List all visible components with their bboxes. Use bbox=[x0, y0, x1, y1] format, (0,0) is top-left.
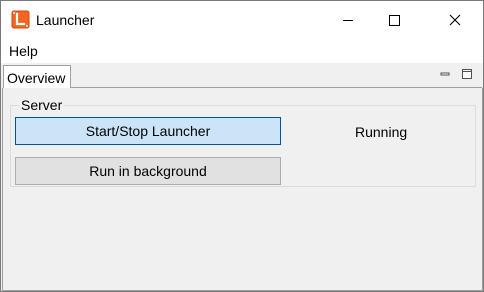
tab-overview[interactable]: Overview bbox=[3, 65, 71, 89]
tab-strip: Overview bbox=[1, 63, 483, 89]
server-group: Server Start/Stop Launcher Running Run i… bbox=[10, 97, 476, 187]
view-maximize-icon[interactable] bbox=[460, 67, 474, 81]
launcher-window: Launcher Help Overview Server Start/Stop… bbox=[0, 0, 484, 292]
start-stop-launcher-button[interactable]: Start/Stop Launcher bbox=[15, 117, 281, 145]
menu-bar: Help bbox=[1, 39, 483, 63]
server-status: Running bbox=[355, 124, 408, 140]
maximize-button[interactable] bbox=[371, 1, 417, 39]
title-bar[interactable]: Launcher bbox=[1, 1, 483, 39]
window-title: Launcher bbox=[36, 12, 95, 28]
close-icon bbox=[449, 14, 461, 26]
overview-panel: Server Start/Stop Launcher Running Run i… bbox=[2, 88, 483, 291]
close-button[interactable] bbox=[432, 1, 478, 39]
launcher-app-icon bbox=[11, 10, 30, 29]
server-group-label: Server bbox=[19, 97, 65, 113]
tab-overview-label: Overview bbox=[7, 70, 66, 86]
menu-help[interactable]: Help bbox=[9, 43, 38, 60]
view-minimize-icon[interactable] bbox=[438, 67, 452, 81]
minimize-button[interactable] bbox=[325, 1, 371, 39]
maximize-icon bbox=[389, 15, 400, 26]
minimize-icon bbox=[343, 20, 353, 21]
run-in-background-button[interactable]: Run in background bbox=[15, 157, 281, 185]
